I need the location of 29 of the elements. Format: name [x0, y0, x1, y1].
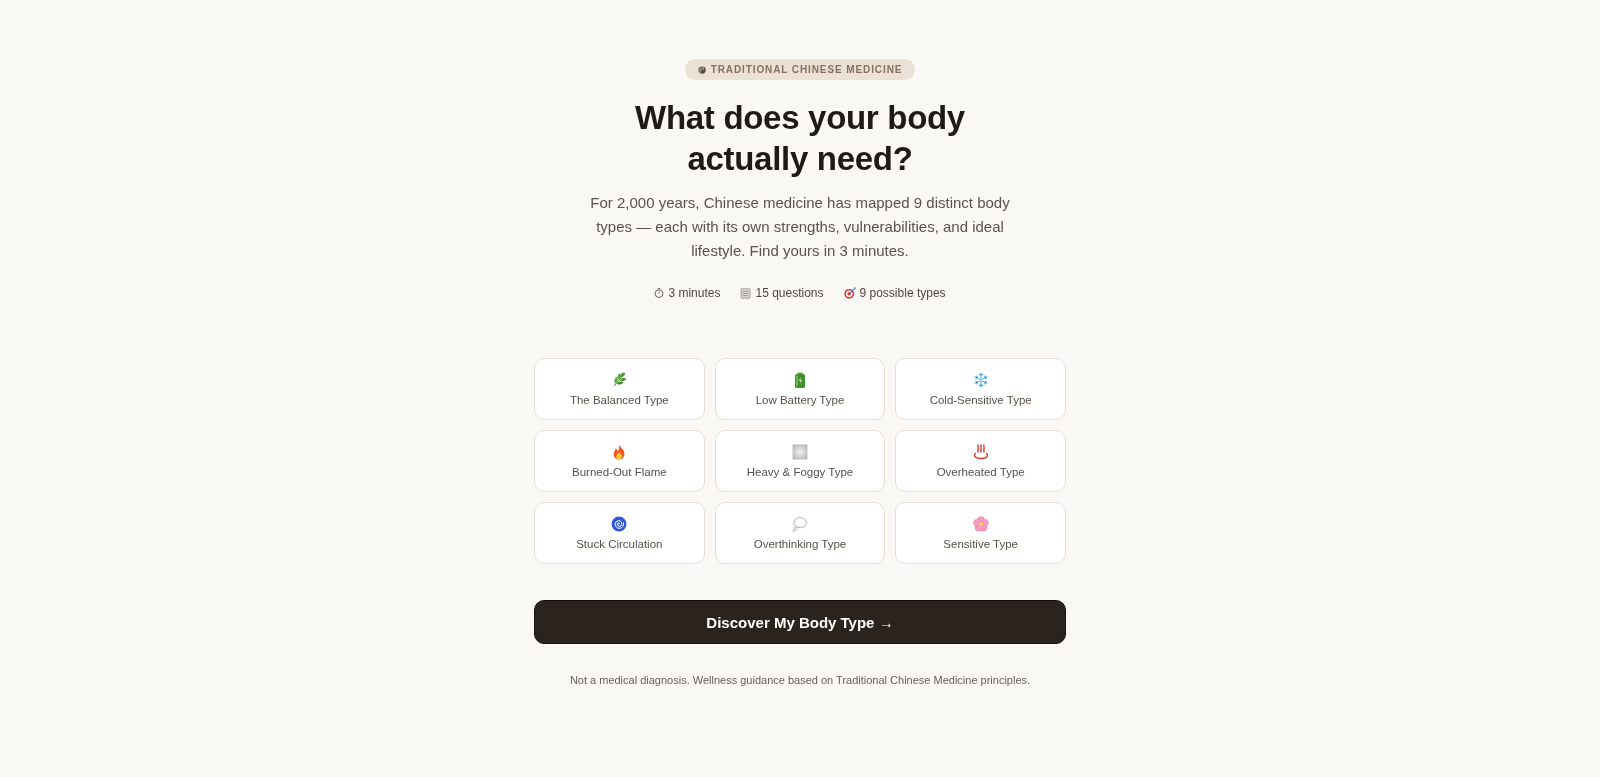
leaf-sprig-icon — [611, 372, 628, 388]
body-type-label: Heavy & Foggy Type — [746, 466, 854, 478]
thought-bubble-icon — [792, 516, 808, 532]
body-type-label: Cold-Sensitive Type — [929, 394, 1032, 406]
meta-info-text: 3 minutes — [668, 286, 721, 300]
body-type-label: Overheated Type — [936, 466, 1025, 478]
body-type-label: Low Battery Type — [755, 394, 845, 406]
body-type-label: Overthinking Type — [753, 538, 847, 550]
intro-paragraph: For 2,000 years, Chinese medicine has mapped 9 distinct body types — each with its own strengths, vulnerabilities, and ideal lifestyle. Find yours in 3 minutes. — [589, 193, 1011, 261]
snowflake-icon — [972, 372, 989, 388]
badge-label: TRADITIONAL CHINESE MEDICINE — [710, 64, 903, 75]
meta-info-text: 9 possible types — [859, 286, 946, 300]
body-type-label: The Balanced Type — [569, 394, 669, 406]
dart-target-icon — [843, 287, 856, 299]
meta-info-text: 15 questions — [755, 286, 824, 300]
flower-icon — [972, 516, 989, 532]
disclaimer-text: Not a medical diagnosis. Wellness guidance based on Traditional Chinese Medicine principles. — [569, 674, 1031, 686]
body-type-label: Sensitive Type — [943, 538, 1018, 550]
fog-square-icon — [792, 444, 808, 460]
body-type-label: Burned-Out Flame — [572, 466, 667, 478]
stopwatch-icon — [654, 288, 665, 298]
half-circle-icon — [697, 65, 706, 74]
page-title: What does your body actually need? — [634, 98, 966, 179]
discover-button[interactable]: Discover My Body Type → — [534, 600, 1066, 644]
hot-springs-icon — [972, 444, 989, 460]
body-type-label: Stuck Circulation — [576, 538, 663, 550]
notepad-icon — [740, 287, 752, 299]
battery-icon — [792, 372, 808, 388]
spiral-icon — [611, 516, 628, 532]
